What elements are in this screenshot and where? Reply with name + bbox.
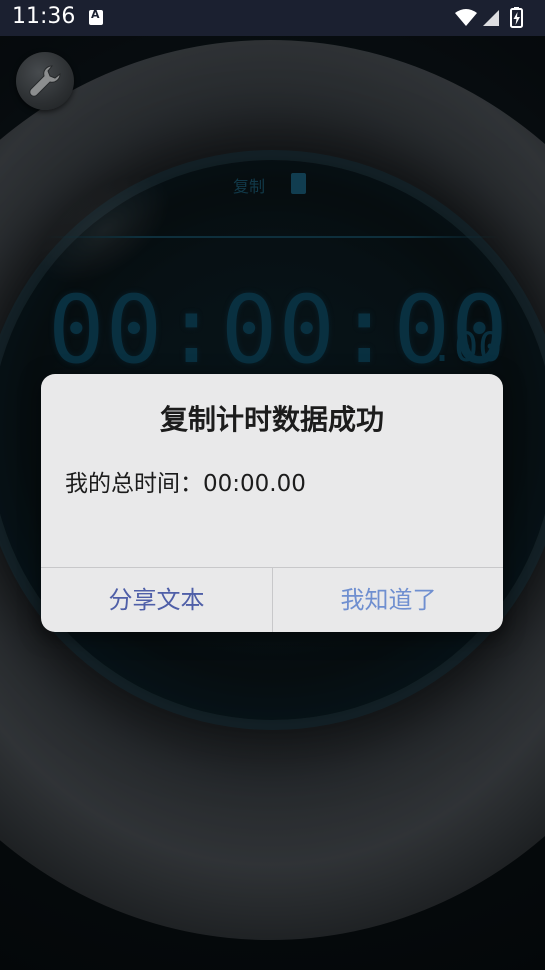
screen: 11:36 复制 00:00:00 .00 复制计时数据成功 我的总时间：00:… [0, 0, 545, 970]
battery-charging-icon [510, 7, 523, 28]
dialog-title: 复制计时数据成功 [159, 403, 384, 436]
ok-button[interactable]: 我知道了 [273, 568, 503, 632]
status-bar: 11:36 [0, 0, 545, 36]
wifi-icon [455, 9, 477, 26]
notification-a-icon [89, 8, 103, 25]
status-icons [455, 7, 523, 28]
copy-success-dialog: 复制计时数据成功 我的总时间：00:00.00 分享文本 我知道了 [41, 374, 503, 632]
signal-icon [483, 10, 499, 26]
share-text-button[interactable]: 分享文本 [41, 568, 272, 632]
dialog-message: 我的总时间：00:00.00 [65, 471, 306, 497]
status-time: 11:36 [12, 4, 76, 29]
